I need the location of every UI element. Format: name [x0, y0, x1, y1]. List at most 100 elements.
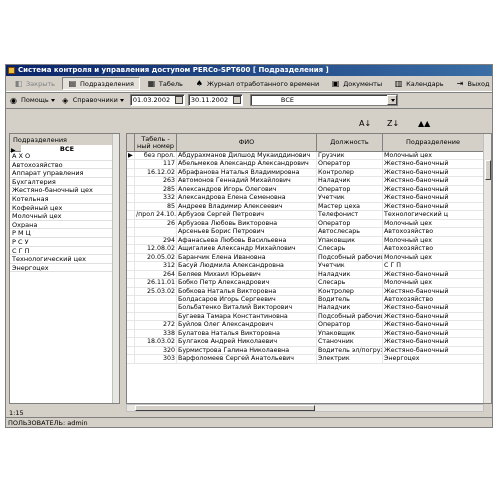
cell-timesheet-number: без прол. [135, 152, 177, 160]
scrollbar-thumb[interactable] [135, 405, 315, 411]
table-row[interactable]: Бугаева Тамара Константиновна Подсобный р… [127, 312, 491, 322]
department-item[interactable]: Котельная [10, 195, 119, 204]
department-item[interactable]: С Г П [10, 247, 119, 256]
departments-button[interactable]: ▤ Подразделения [61, 77, 140, 90]
cell-full-name: Басуй Людмила Александровна [177, 262, 317, 270]
department-item[interactable]: Жестяно-баночный цех [10, 186, 119, 195]
cell-timesheet-number: 26.11.01 [135, 279, 177, 287]
cell-timesheet-number: 20.05.02 [135, 253, 177, 262]
table-row[interactable]: 25.03.02 Бобкова Наталья Викторовна Контро… [127, 287, 491, 296]
table-row[interactable]: 18.03.02 Булгаков Андрей Николаевич Станоч… [127, 338, 491, 347]
scrollbar-thumb[interactable] [485, 160, 491, 180]
date-from-field[interactable]: 01.03.2002 [129, 94, 185, 106]
grid-body: ▶ без прол. Абдурахманов Дилшод Мукаиддино… [127, 152, 491, 364]
worked-time-log-button[interactable]: ♠ Журнал отработанного времени [190, 77, 324, 90]
sort-ascending-icon[interactable]: A↓ [359, 119, 371, 128]
cell-timesheet-number: 263 [135, 177, 177, 185]
calendar-button[interactable]: ▥ Календарь [389, 77, 448, 90]
table-row[interactable]: 16.12.02 Абрафанова Наталья Владимировна К… [127, 168, 491, 178]
chevron-down-icon [50, 98, 55, 102]
table-row[interactable]: 263 Автомонов Геннадий Михайлович Наладчик… [127, 177, 491, 186]
header-department[interactable]: Подразделение [383, 134, 484, 151]
references-menu[interactable]: ◈ Справочники [61, 96, 124, 105]
table-row[interactable]: 272 Буйлов Олег Александрович Оператор Жест… [127, 321, 491, 330]
date-to-field[interactable]: 30.11.2002 [187, 94, 243, 106]
department-item[interactable]: Кофейный цех [10, 204, 119, 213]
table-row[interactable]: 294 Афанасьева Любовь Васильевна Упаковщик… [127, 236, 491, 246]
status-bar: ПОЛЬЗОВАТЕЛЬ: admin [6, 417, 492, 427]
calendar-icon[interactable] [174, 96, 183, 104]
cell-full-name: Александров Игорь Олегович [177, 185, 317, 194]
grid-scrollbar[interactable] [483, 134, 491, 403]
dropdown-button[interactable] [386, 95, 397, 105]
cell-timesheet-number: 272 [135, 321, 177, 329]
department-item[interactable]: Р М Ц [10, 229, 119, 238]
table-row[interactable]: ▶ без прол. Абдурахманов Дилшод Мукаиддино… [127, 152, 491, 161]
table-row[interactable]: Болдасаров Игорь Сергеевич Водитель Автохо… [127, 295, 491, 305]
department-item[interactable]: Охрана [10, 221, 119, 230]
table-row[interactable]: Арсеньев Борис Петрович Автослесарь Автохо… [127, 228, 491, 237]
cell-position: Контролер [317, 287, 383, 295]
departments-scrollbar[interactable] [112, 134, 119, 403]
cell-department: Молочный цех [383, 219, 484, 228]
table-row[interactable]: 26.11.01 Бобко Петр Александрович Слесарь М… [127, 279, 491, 288]
table-row[interactable]: 338 Булатова Наталья Викторовна Упаковщик Ж… [127, 329, 491, 339]
department-item[interactable]: Технологический цех [10, 255, 119, 264]
cell-department: Жестяно-баночный [383, 287, 484, 295]
timesheet-button[interactable]: ▦ Табель [142, 77, 188, 90]
cell-position: Станочник [317, 338, 383, 346]
window-title: Система контроля и управления доступом P… [18, 66, 329, 74]
cell-department: С Г П [383, 262, 484, 270]
table-row[interactable]: 117 Абельмеков Александр Александрович Опе… [127, 160, 491, 169]
department-item[interactable]: Молочный цех [10, 212, 119, 221]
exit-button[interactable]: ⇥ Выход [451, 77, 492, 90]
cell-full-name: Бугаева Тамара Константиновна [177, 312, 317, 321]
table-row[interactable]: 320 Бурмистрова Галина Николаевна Водитель… [127, 346, 491, 356]
table-row[interactable]: 20.05.02 Баранчик Елена Ивановна Подсобный… [127, 253, 491, 263]
current-row-indicator-icon: ▶ [127, 152, 135, 160]
department-item[interactable]: Аппарат управления [10, 169, 119, 178]
table-row[interactable]: 26 Арбузова Любовь Викторовна Оператор Моло… [127, 219, 491, 229]
table-row[interactable]: 12.08.02 Ащигалиев Александр Михайлович Сл… [127, 245, 491, 254]
help-icon: ◉ [10, 95, 17, 105]
cell-position: Упаковщик [317, 236, 383, 245]
department-item[interactable]: Автохозяйство [10, 161, 119, 170]
table-row[interactable]: 85 Андреев Владимир Алексеевич Мастер цеха… [127, 202, 491, 212]
table-row[interactable]: 312 Басуй Людмила Александровна Учетчик С Г… [127, 262, 491, 271]
table-row[interactable]: /прол 24.10.0 Арбузов Сергей Петрович Теле… [127, 211, 491, 220]
calendar-icon[interactable] [232, 96, 241, 104]
cell-department: Жестяно-баночный [383, 329, 484, 338]
table-row[interactable]: Больбатенко Виталий Викторович Наладчик Же… [127, 304, 491, 313]
department-item[interactable]: А Х О [10, 152, 119, 161]
search-icon[interactable]: ▲▲ [418, 119, 430, 128]
cell-position: Учетчик [317, 194, 383, 202]
department-filter-select[interactable]: ВСЕ [249, 94, 398, 106]
cell-timesheet-number: 25.03.02 [135, 287, 177, 295]
grid-horizontal-scrollbar[interactable] [126, 404, 484, 412]
header-position[interactable]: Должность [317, 134, 383, 151]
documents-button[interactable]: ▣ Документы [326, 77, 387, 90]
title-bar: Система контроля и управления доступом P… [6, 65, 492, 76]
department-item[interactable]: Энергоцех [10, 264, 119, 273]
cell-full-name: Абдурахманов Дилшод Мукаиддинович [177, 152, 317, 160]
header-full-name[interactable]: ФИО [177, 134, 317, 151]
cell-department: Жестяно-баночный [383, 194, 484, 202]
close-button[interactable]: ◧ Закрыть [9, 77, 60, 90]
header-timesheet-number[interactable]: Табель - ный номер [135, 134, 177, 151]
departments-list: Подразделения ВСЕ ▶ А Х О Автохозяйство Ап… [9, 133, 120, 404]
table-row[interactable]: 285 Александров Игорь Олегович Оператор Жес… [127, 185, 491, 195]
department-item[interactable]: Р С У [10, 238, 119, 247]
table-row[interactable]: 303 Варфоломеев Сергей Анатольевич Электри… [127, 355, 491, 364]
cell-position: Слесарь [317, 245, 383, 253]
sort-descending-icon[interactable]: Z↓ [387, 119, 399, 128]
sort-toolbar: A↓ Z↓ ▲▲ [128, 118, 492, 132]
table-row[interactable]: 332 Александрова Елена Семеновна Учетчик Же… [127, 194, 491, 203]
cell-timesheet-number: 16.12.02 [135, 168, 177, 177]
cell-timesheet-number: 312 [135, 262, 177, 270]
main-window: Система контроля и управления доступом P… [5, 64, 493, 428]
cell-timesheet-number: 18.03.02 [135, 338, 177, 346]
table-row[interactable]: 264 Беляев Михаил Юрьевич Наладчик Жестяно-… [127, 270, 491, 280]
cell-position: Наладчик [317, 304, 383, 312]
department-item[interactable]: Бухгалтерия [10, 178, 119, 187]
help-menu[interactable]: ◉ Помощь [9, 96, 55, 105]
